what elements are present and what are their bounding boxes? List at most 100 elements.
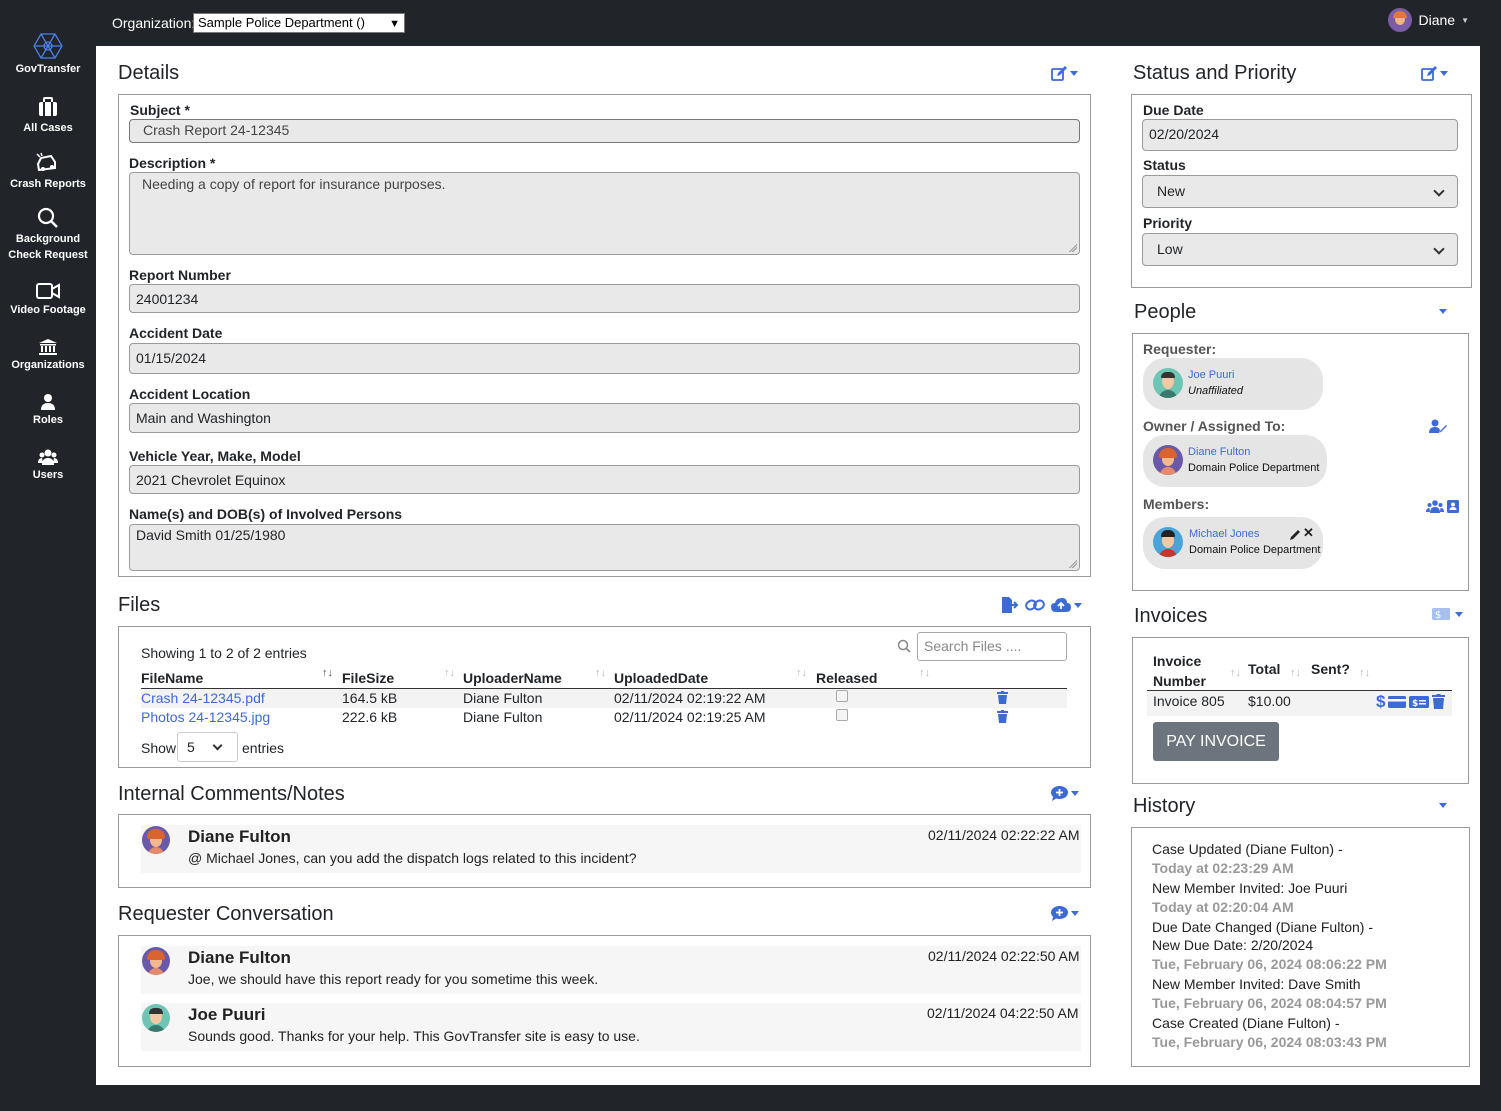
sort-icon[interactable]: ↑↓ bbox=[1230, 667, 1241, 679]
link-icon[interactable] bbox=[1025, 598, 1045, 612]
nav-roles-label: Roles bbox=[33, 414, 63, 426]
user-role-icon bbox=[41, 394, 55, 410]
sort-icon[interactable]: ↑↓ bbox=[444, 667, 455, 679]
address-book-icon[interactable] bbox=[1447, 500, 1459, 513]
user-menu[interactable]: Diane ▼ bbox=[1388, 8, 1469, 32]
nav-roles[interactable]: Roles bbox=[0, 394, 96, 428]
upload-menu[interactable] bbox=[1051, 598, 1082, 612]
accident-location-input[interactable]: Main and Washington bbox=[129, 403, 1080, 433]
add-members-icon[interactable] bbox=[1426, 500, 1444, 513]
persons-textarea[interactable]: David Smith 01/25/1980 bbox=[129, 524, 1080, 571]
requester-conversation-title: Requester Conversation bbox=[118, 903, 334, 925]
trash-icon[interactable] bbox=[1432, 694, 1446, 709]
file-export-icon[interactable] bbox=[1001, 597, 1019, 613]
requester-org: Unaffiliated bbox=[1188, 385, 1244, 397]
sort-asc-icon[interactable]: ↑↓ bbox=[322, 667, 333, 679]
pencil-icon[interactable] bbox=[1290, 529, 1301, 540]
nav-users[interactable]: Users bbox=[0, 449, 96, 483]
col-filename[interactable]: FileName bbox=[141, 670, 203, 686]
comment-text: Joe, we should have this report ready fo… bbox=[188, 971, 599, 987]
comment-text: @ Michael Jones, can you add the dispatc… bbox=[188, 850, 637, 866]
nav-organizations[interactable]: Organizations bbox=[0, 339, 96, 373]
invoice-number: Invoice 805 bbox=[1153, 693, 1225, 709]
col-filesize[interactable]: FileSize bbox=[342, 670, 394, 686]
nav-crash-reports-label: Crash Reports bbox=[10, 178, 86, 190]
owner-label: Owner / Assigned To: bbox=[1143, 418, 1286, 434]
add-requester-comment-menu[interactable] bbox=[1051, 906, 1079, 921]
requester-name-link[interactable]: Joe Puuri bbox=[1188, 369, 1234, 381]
nav-background-check[interactable]: Background Check Request bbox=[0, 207, 96, 263]
details-title: Details bbox=[118, 62, 180, 84]
invoices-box: Invoice Number ↑↓ Total ↑↓ Sent? ↑↓ Invo… bbox=[1132, 637, 1469, 784]
comment-text: Sounds good. Thanks for your help. This … bbox=[188, 1028, 640, 1044]
nav-all-cases[interactable]: All Cases bbox=[0, 96, 96, 136]
priority-select[interactable]: Low bbox=[1142, 233, 1458, 266]
caret-down-icon bbox=[1440, 71, 1448, 76]
search-files-input[interactable]: Search Files .... bbox=[917, 632, 1067, 661]
report-number-label: Report Number bbox=[129, 267, 231, 283]
report-number-input[interactable]: 24001234 bbox=[129, 284, 1080, 313]
chevron-down-icon bbox=[1433, 243, 1445, 255]
sort-icon[interactable]: ↑↓ bbox=[1290, 667, 1301, 679]
subject-input[interactable]: Crash Report 24-12345 bbox=[129, 119, 1080, 143]
credit-card-icon[interactable] bbox=[1388, 695, 1407, 709]
invoice-add-menu[interactable]: $ bbox=[1432, 607, 1463, 621]
nav-background-check-label-1: Background bbox=[15, 233, 81, 245]
avatar bbox=[142, 947, 170, 975]
nav-video-footage[interactable]: Video Footage bbox=[0, 282, 96, 318]
caret-down-icon bbox=[1071, 791, 1079, 796]
brand-logo[interactable]: GovTransfer bbox=[0, 33, 96, 77]
sort-icon[interactable]: ↑↓ bbox=[919, 667, 930, 679]
money-check-icon[interactable]: $ bbox=[1409, 695, 1430, 709]
trash-icon[interactable] bbox=[997, 710, 1008, 723]
col-released[interactable]: Released bbox=[816, 670, 877, 686]
sort-icon[interactable]: ↑↓ bbox=[595, 667, 606, 679]
owner-org: Domain Police Department bbox=[1188, 462, 1320, 474]
col-uploadeddate[interactable]: UploadedDate bbox=[614, 670, 708, 686]
trash-icon[interactable] bbox=[997, 691, 1008, 704]
released-checkbox[interactable] bbox=[836, 709, 848, 721]
vehicle-input[interactable]: 2021 Chevrolet Equinox bbox=[129, 465, 1080, 494]
files-title: Files bbox=[118, 594, 161, 616]
col-total: Total bbox=[1248, 661, 1281, 677]
history-collapse-caret-icon[interactable] bbox=[1439, 803, 1447, 808]
pay-invoice-button[interactable]: PAY INVOICE bbox=[1153, 722, 1279, 761]
file-uploader: Diane Fulton bbox=[463, 690, 543, 706]
sort-icon[interactable]: ↑↓ bbox=[1359, 667, 1370, 679]
status-select[interactable]: New bbox=[1142, 175, 1458, 208]
description-textarea[interactable]: Needing a copy of report for insurance p… bbox=[129, 172, 1080, 255]
nav-crash-reports[interactable]: Crash Reports bbox=[0, 152, 96, 192]
col-uploadername[interactable]: UploaderName bbox=[463, 670, 562, 686]
sort-icon[interactable]: ↑↓ bbox=[796, 667, 807, 679]
file-size: 222.6 kB bbox=[342, 709, 398, 725]
history-item-detail: New Due Date: 2/20/2024 bbox=[1152, 937, 1314, 953]
assign-user-icon[interactable] bbox=[1429, 419, 1447, 433]
briefcase-icon bbox=[39, 97, 57, 116]
organization-select[interactable]: Sample Police Department () ▼ bbox=[193, 13, 405, 33]
internal-comments-box: Diane Fulton 02/11/2024 02:22:22 AM @ Mi… bbox=[118, 814, 1091, 888]
member-name-link[interactable]: Michael Jones bbox=[1189, 528, 1259, 540]
file-link[interactable]: Crash 24-12345.pdf bbox=[141, 690, 265, 706]
released-checkbox[interactable] bbox=[836, 690, 848, 702]
status-edit-menu[interactable] bbox=[1421, 66, 1448, 81]
remove-member-icon[interactable]: ✕ bbox=[1303, 525, 1314, 541]
comment-item: Diane Fulton 02/11/2024 02:22:50 AM Joe,… bbox=[141, 946, 1081, 994]
files-toolbar bbox=[1001, 597, 1082, 613]
dollar-icon[interactable]: $ bbox=[1376, 693, 1385, 710]
page-size-select[interactable]: 5 bbox=[177, 732, 238, 762]
add-internal-comment-menu[interactable] bbox=[1051, 786, 1079, 801]
entries-label: entries bbox=[242, 740, 285, 756]
history-item-title: Case Updated (Diane Fulton) - bbox=[1152, 841, 1343, 857]
avatar bbox=[142, 1004, 170, 1032]
resize-handle[interactable] bbox=[1069, 244, 1077, 252]
resize-handle[interactable] bbox=[1069, 560, 1077, 568]
main-content: Details Subject * Crash Report 24-12345 … bbox=[96, 46, 1480, 1085]
car-crash-icon bbox=[36, 152, 56, 172]
due-date-input[interactable]: 02/20/2024 bbox=[1142, 119, 1458, 151]
caret-down-icon bbox=[1455, 611, 1463, 617]
details-edit-menu[interactable] bbox=[1051, 66, 1078, 81]
file-link[interactable]: Photos 24-12345.jpg bbox=[141, 709, 270, 725]
accident-date-input[interactable]: 01/15/2024 bbox=[129, 343, 1080, 374]
people-collapse-caret-icon[interactable] bbox=[1439, 309, 1447, 314]
owner-name-link[interactable]: Diane Fulton bbox=[1188, 446, 1250, 458]
